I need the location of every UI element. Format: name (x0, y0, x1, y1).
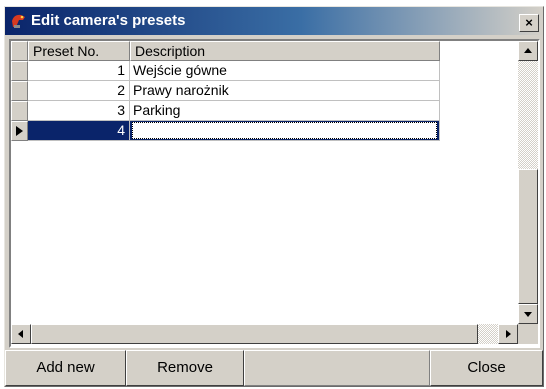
preset-no-cell[interactable]: 4 (28, 121, 130, 141)
preset-no-cell[interactable]: 2 (28, 81, 130, 101)
row-indicator[interactable] (11, 61, 28, 81)
header-indicator-cell (11, 41, 28, 61)
horizontal-scroll-thumb[interactable] (31, 324, 478, 344)
table-row-selected[interactable]: 4 (28, 121, 440, 141)
window-title: Edit camera's presets (31, 12, 186, 29)
window-close-button[interactable]: × (519, 14, 539, 32)
close-button[interactable]: Close (430, 350, 543, 386)
table-row[interactable]: 1 Wejście gówne (28, 61, 440, 81)
camera-icon (10, 12, 27, 29)
presets-grid[interactable]: Preset No. Description 1 Wejście gówne 2… (9, 39, 540, 348)
description-cell[interactable]: Wejście gówne (130, 61, 440, 81)
arrow-left-icon (18, 330, 23, 338)
table-row[interactable]: 3 Parking (28, 101, 440, 121)
vertical-scroll-thumb[interactable] (518, 169, 538, 304)
title-bar[interactable]: Edit camera's presets × (5, 7, 543, 35)
description-cell[interactable]: Prawy narożnik (130, 81, 440, 101)
preset-no-cell[interactable]: 1 (28, 61, 130, 81)
current-row-pointer-icon (16, 126, 23, 136)
column-header-preset-no[interactable]: Preset No. (28, 41, 130, 61)
column-header-description[interactable]: Description (130, 41, 440, 61)
description-edit-field[interactable] (132, 122, 437, 139)
table-row[interactable]: 2 Prawy narożnik (28, 81, 440, 101)
row-indicator[interactable] (11, 81, 28, 101)
scroll-down-button[interactable] (518, 304, 538, 324)
scroll-left-button[interactable] (11, 324, 31, 344)
arrow-up-icon (524, 48, 532, 53)
add-new-button[interactable]: Add new (5, 350, 126, 386)
row-indicator[interactable] (11, 121, 28, 141)
horizontal-scrollbar[interactable] (11, 324, 518, 344)
scroll-up-button[interactable] (518, 41, 538, 61)
arrow-right-icon (506, 330, 511, 338)
scroll-right-button[interactable] (498, 324, 518, 344)
vertical-scrollbar[interactable] (518, 41, 538, 324)
row-indicator[interactable] (11, 101, 28, 121)
scrollbar-corner (518, 324, 538, 344)
button-bar: Add new Remove Close (5, 350, 543, 386)
row-indicator-column (11, 61, 28, 141)
description-cell[interactable]: Parking (130, 101, 440, 121)
edit-presets-dialog: Edit camera's presets × Preset No. Descr… (4, 6, 544, 387)
remove-button[interactable]: Remove (126, 350, 244, 386)
arrow-down-icon (524, 312, 532, 317)
preset-no-cell[interactable]: 3 (28, 101, 130, 121)
grid-header: Preset No. Description (11, 41, 441, 61)
button-bar-spacer (244, 350, 430, 386)
